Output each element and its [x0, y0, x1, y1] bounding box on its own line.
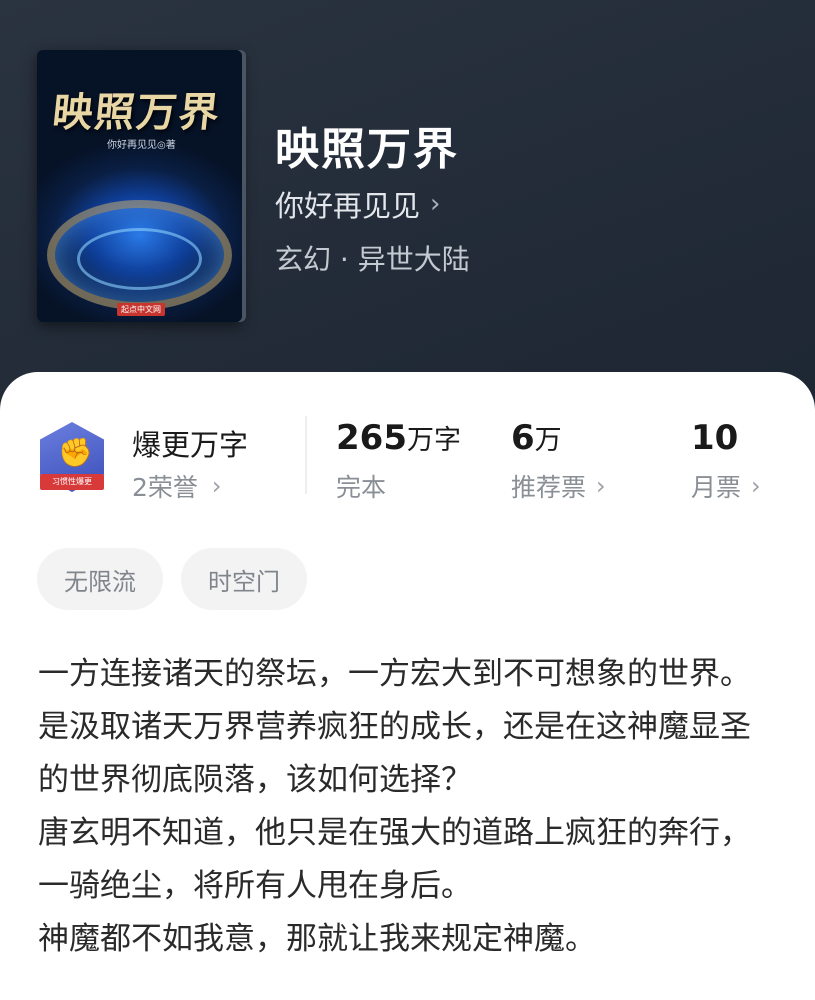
honor-count: 2荣誉 [132, 473, 198, 502]
honor-link[interactable]: 2荣誉 › [132, 468, 222, 504]
stat-label: 推荐票 [511, 473, 587, 502]
cover-vortex-art [77, 228, 202, 290]
author-link[interactable]: 你好再见见 › [275, 183, 440, 225]
chevron-right-icon: › [430, 189, 441, 219]
stat-recommend-votes[interactable]: 6万 推荐票 › [511, 418, 606, 504]
book-info-card: ✊ 习惯性爆更 爆更万字 2荣誉 › 265万字 完本 6万 推荐票 › 10 月… [0, 372, 815, 1000]
stat-label: 完本 [336, 473, 387, 502]
cover-publisher-logo: 起点中文网 [117, 303, 165, 316]
chevron-right-icon: › [596, 472, 606, 500]
book-title: 映照万界 [275, 124, 459, 175]
book-description[interactable]: 一方连接诸天的祭坛，一方宏大到不可想象的世界。 是汲取诸天万界营养疯狂的成长，还… [38, 648, 768, 966]
divider [305, 416, 307, 494]
tag-list: 无限流 时空门 [37, 548, 325, 610]
book-header: 映照万界 你好再见见◎著 起点中文网 映照万界 你好再见见 › 玄幻 · 异世大… [0, 0, 815, 400]
stat-monthly-votes[interactable]: 10 月票 › [691, 418, 761, 504]
chevron-right-icon: › [751, 472, 761, 500]
stat-unit: 万 [534, 425, 562, 456]
description-paragraph: 神魔都不如我意，那就让我来规定神魔。 [38, 921, 596, 957]
badge-ribbon: 习惯性爆更 [40, 474, 104, 490]
fist-icon: ✊ [58, 436, 93, 469]
cover-title: 映照万界 [50, 89, 224, 136]
book-cover[interactable]: 映照万界 你好再见见◎著 起点中文网 [37, 50, 242, 322]
tag-chip[interactable]: 时空门 [181, 548, 307, 610]
stat-value: 10 [691, 418, 739, 458]
cover-author: 你好再见见◎著 [107, 140, 176, 151]
chevron-right-icon: › [211, 472, 222, 500]
stat-label: 月票 [691, 473, 742, 502]
description-paragraph: 是汲取诸天万界营养疯狂的成长，还是在这神魔显圣的世界彻底陨落，该如何选择？ [38, 709, 751, 798]
stat-unit: 万字 [406, 425, 461, 456]
author-name: 你好再见见 [275, 189, 421, 223]
book-genre: 玄幻 · 异世大陆 [275, 243, 470, 276]
stat-value: 265 [336, 418, 407, 458]
description-paragraph: 唐玄明不知道，他只是在强大的道路上疯狂的奔行，一骑绝尘，将所有人甩在身后。 [38, 815, 751, 904]
tag-chip[interactable]: 无限流 [37, 548, 163, 610]
honor-badge[interactable]: ✊ 习惯性爆更 [40, 422, 104, 502]
honor-title: 爆更万字 [132, 428, 249, 462]
description-paragraph: 一方连接诸天的祭坛，一方宏大到不可想象的世界。 [38, 656, 751, 692]
stat-word-count: 265万字 完本 [336, 418, 461, 504]
stat-value: 6 [511, 418, 535, 458]
